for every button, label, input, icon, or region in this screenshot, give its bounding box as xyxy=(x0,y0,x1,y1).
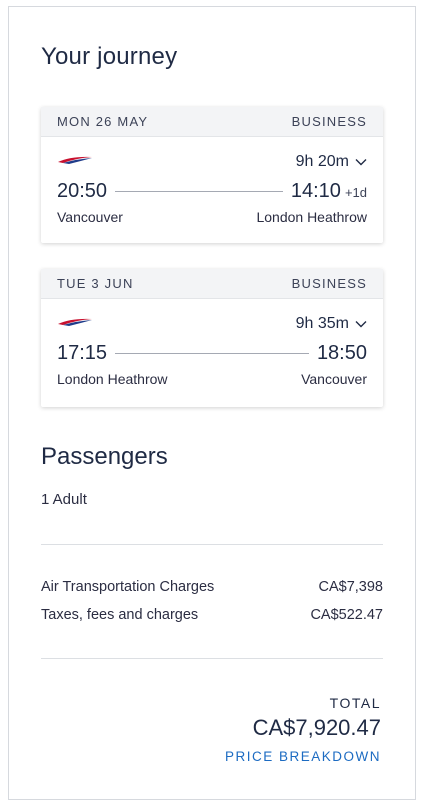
flight-duration-toggle[interactable]: 9h 35m xyxy=(296,315,367,333)
charge-label: Taxes, fees and charges xyxy=(41,607,199,623)
price-breakdown-link[interactable]: PRICE BREAKDOWN xyxy=(225,749,381,764)
flight-card-return[interactable]: TUE 3 JUN BUSINESS 9h 35m 17:15 18:50 Lo… xyxy=(41,269,383,407)
total-amount: CA$7,920.47 xyxy=(252,715,381,740)
flight-route-line xyxy=(115,352,309,354)
departure-time: 20:50 xyxy=(57,179,108,202)
journey-summary-panel: Your journey MON 26 MAY BUSINESS 9h 20m … xyxy=(8,6,416,800)
cabin-class: BUSINESS xyxy=(291,114,367,129)
origin-city: London Heathrow xyxy=(57,371,168,387)
charge-row: Taxes, fees and charges CA$522.47 xyxy=(41,607,383,623)
chevron-down-icon xyxy=(355,159,367,166)
flight-date: MON 26 MAY xyxy=(57,114,149,129)
divider xyxy=(41,544,383,545)
flight-card-header: MON 26 MAY BUSINESS xyxy=(41,107,383,137)
flight-duration: 9h 35m xyxy=(295,315,349,332)
flight-date: TUE 3 JUN xyxy=(57,276,134,291)
cabin-class: BUSINESS xyxy=(291,276,367,291)
flight-duration: 9h 20m xyxy=(295,153,349,170)
journey-title: Your journey xyxy=(41,43,178,70)
origin-city: Vancouver xyxy=(57,209,123,225)
charge-label: Air Transportation Charges xyxy=(41,579,215,595)
passenger-count: 1 Adult xyxy=(41,491,87,508)
arrival-time: 18:50 xyxy=(316,341,367,364)
arrival-time: 14:10 xyxy=(290,179,341,202)
charge-row: Air Transportation Charges CA$7,398 xyxy=(41,579,383,595)
flight-duration-toggle[interactable]: 9h 20m xyxy=(296,153,367,171)
charge-amount: CA$7,398 xyxy=(318,579,384,595)
charge-amount: CA$522.47 xyxy=(310,607,383,623)
departure-time: 17:15 xyxy=(57,341,108,364)
day-offset: +1d xyxy=(344,184,367,200)
british-airways-logo-icon xyxy=(58,318,92,326)
destination-city: London Heathrow xyxy=(256,209,367,225)
flight-cities: London Heathrow Vancouver xyxy=(57,371,367,387)
passengers-title: Passengers xyxy=(41,443,168,470)
flight-route-line xyxy=(115,190,283,192)
flight-cities: Vancouver London Heathrow xyxy=(57,209,367,225)
flight-times: 20:50 14:10 +1d xyxy=(57,179,367,203)
flight-card-outbound[interactable]: MON 26 MAY BUSINESS 9h 20m 20:50 14:10 +… xyxy=(41,107,383,243)
flight-card-header: TUE 3 JUN BUSINESS xyxy=(41,269,383,299)
divider xyxy=(41,658,383,659)
total-label: TOTAL xyxy=(329,695,381,711)
british-airways-logo-icon xyxy=(58,156,92,164)
chevron-down-icon xyxy=(355,321,367,328)
flight-times: 17:15 18:50 xyxy=(57,341,367,365)
destination-city: Vancouver xyxy=(301,371,367,387)
